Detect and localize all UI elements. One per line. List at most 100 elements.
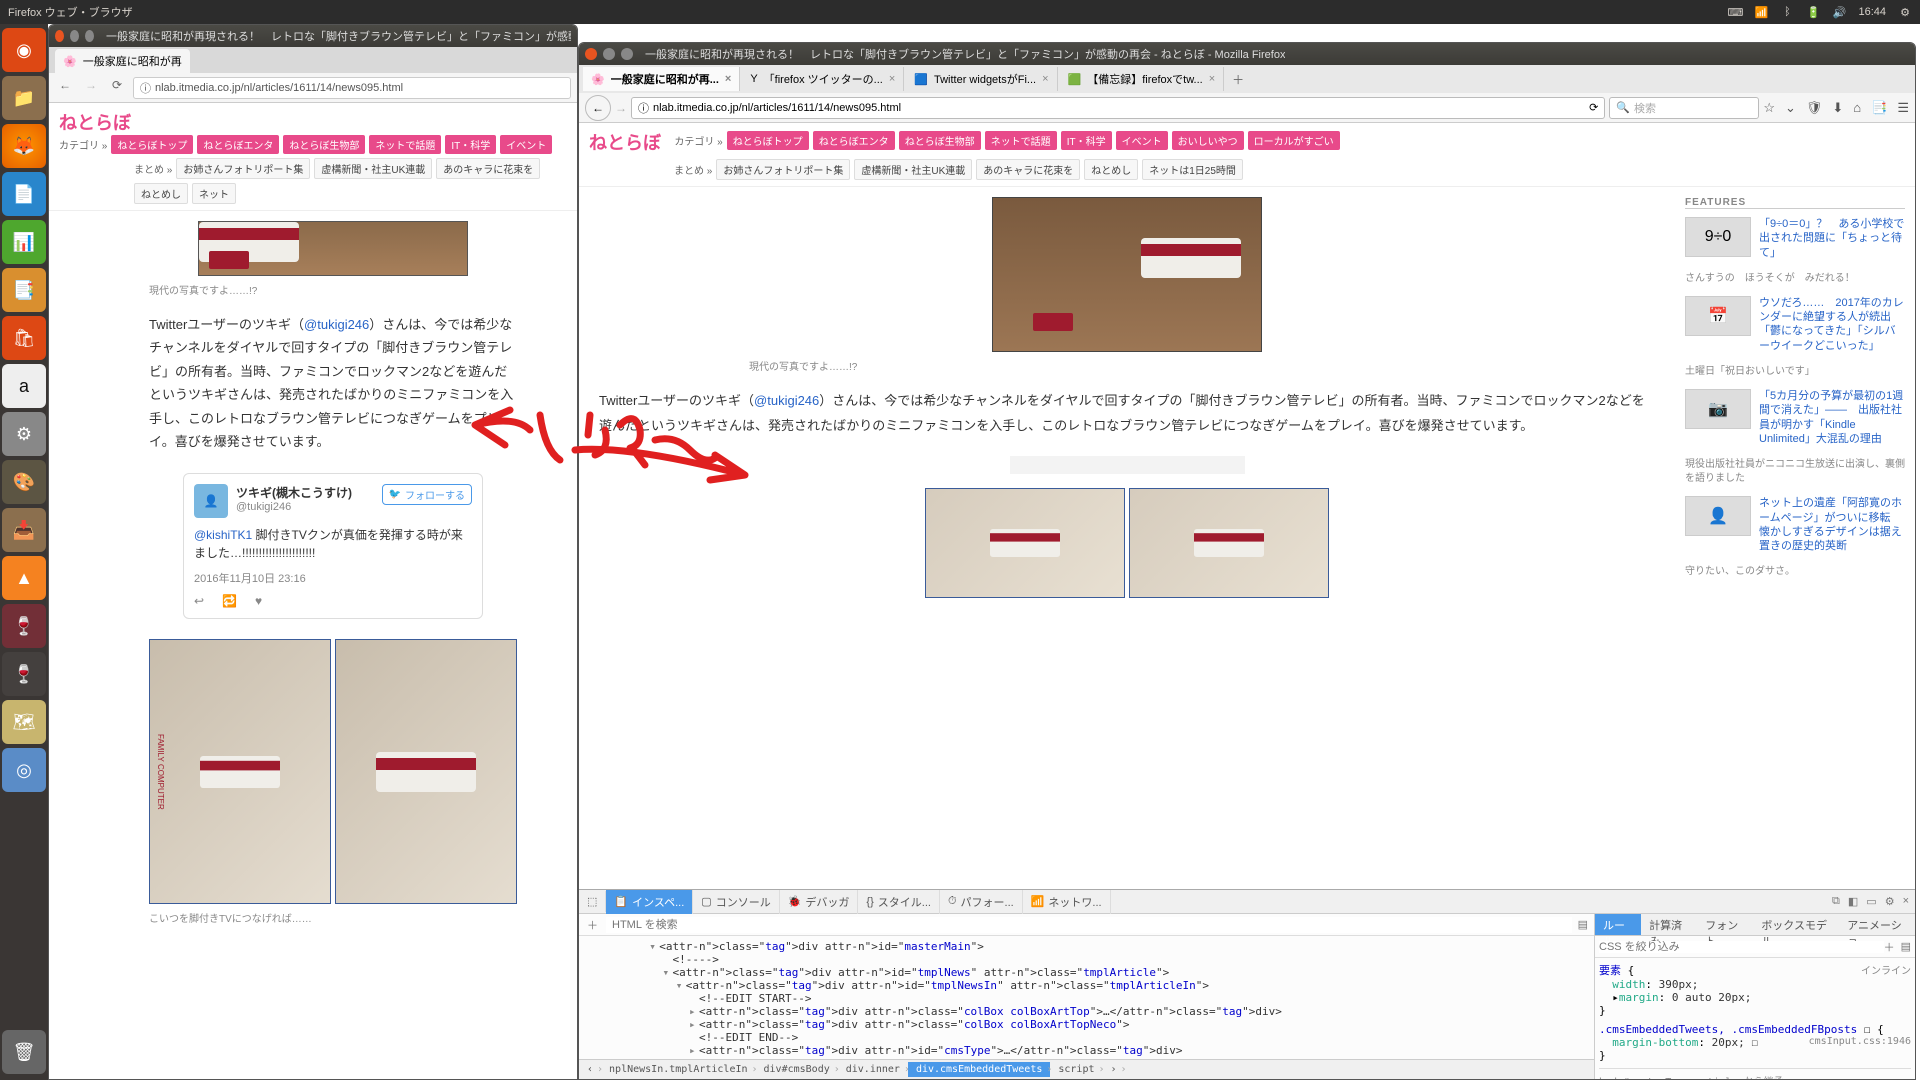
pocket-icon[interactable]: ⌄ bbox=[1785, 100, 1796, 116]
downloads-icon[interactable]: 📥 bbox=[2, 508, 46, 552]
address-bar[interactable]: ⓘ nlab.itmedia.co.jp/nl/articles/1611/14… bbox=[133, 77, 571, 99]
maximize-button[interactable] bbox=[621, 48, 633, 60]
clock[interactable]: 16:44 bbox=[1858, 6, 1886, 18]
reload-button[interactable]: ⟳ bbox=[107, 78, 127, 98]
downloads-icon[interactable]: ⬇ bbox=[1832, 100, 1843, 116]
css-filter-input[interactable] bbox=[1599, 941, 1884, 953]
twitter-link[interactable]: @tukigi246 bbox=[304, 317, 369, 332]
nav-cat[interactable]: ねとらぼトップ bbox=[727, 131, 809, 150]
nav-cat[interactable]: あのキャラに花束を bbox=[976, 159, 1080, 180]
firefox-icon[interactable]: 🦊 bbox=[2, 124, 46, 168]
devtools-tab-console[interactable]: ▢ コンソール bbox=[693, 890, 779, 914]
site-logo[interactable]: ねとらぼ bbox=[59, 109, 131, 135]
feature-link[interactable]: 「9÷0＝0」？ ある小学校で出された問題に「ちょっと待て」 bbox=[1759, 217, 1905, 260]
feature-link[interactable]: 「5カ月分の予算が最初の1週間で消えた」―― 出版社社員が明かす「Kindle … bbox=[1759, 389, 1905, 446]
battery-icon[interactable]: 🔋 bbox=[1806, 5, 1820, 19]
nav-cat[interactable]: ねとらぼ生物部 bbox=[899, 131, 981, 150]
software-center-icon[interactable]: 🛍 bbox=[2, 316, 46, 360]
feature-item[interactable]: 📷 「5カ月分の予算が最初の1週間で消えた」―― 出版社社員が明かす「Kindl… bbox=[1685, 389, 1905, 446]
maximize-button[interactable] bbox=[85, 30, 94, 42]
reply-icon[interactable]: ↩ bbox=[194, 594, 204, 608]
forward-button[interactable]: → bbox=[615, 101, 627, 115]
add-rule-icon[interactable]: ＋ bbox=[1884, 939, 1895, 955]
nav-cat[interactable]: ねとらぼエンタ bbox=[813, 131, 895, 150]
nav-cat[interactable]: ネットで話題 bbox=[369, 135, 441, 154]
close-button[interactable] bbox=[585, 48, 597, 60]
like-icon[interactable]: ♥ bbox=[255, 594, 262, 608]
gear-icon[interactable]: ⚙ bbox=[1898, 5, 1912, 19]
toggle-icon[interactable]: ▤ bbox=[1901, 940, 1911, 953]
settings-icon[interactable]: ⚙ bbox=[1885, 895, 1895, 908]
mention-link[interactable]: @kishiTK1 bbox=[194, 528, 252, 542]
feature-item[interactable]: 👤 ネット上の遺産「阿部寛のホームページ」がついに移転 懐かしすぎるデザインは据… bbox=[1685, 496, 1905, 553]
browser-tab[interactable]: 🌸 一般家庭に昭和が再 bbox=[55, 49, 190, 73]
toggle-panel-icon[interactable]: ▤ bbox=[1572, 918, 1594, 931]
back-button[interactable]: ← bbox=[55, 78, 75, 98]
nav-cat[interactable]: IT・科学 bbox=[1061, 131, 1112, 150]
close-devtools-icon[interactable]: × bbox=[1903, 895, 1909, 908]
sound-icon[interactable]: 🔊 bbox=[1832, 5, 1846, 19]
nav-cat[interactable]: イベント bbox=[1116, 131, 1168, 150]
feature-link[interactable]: ウソだろ…… 2017年のカレンダーに絶望する人が続出 「鬱になってきた」「シル… bbox=[1759, 296, 1905, 353]
bluetooth-icon[interactable]: ᛒ bbox=[1780, 5, 1794, 19]
close-tab-icon[interactable]: × bbox=[1209, 73, 1215, 85]
search-bar[interactable]: 🔍 検索 bbox=[1609, 97, 1759, 119]
nav-cat[interactable]: お姉さんフォトリポート集 bbox=[716, 159, 850, 180]
responsive-icon[interactable]: ⧉ bbox=[1832, 895, 1840, 908]
devtools-tab-debugger[interactable]: 🐞 デバッガ bbox=[780, 890, 859, 914]
impress-icon[interactable]: 📑 bbox=[2, 268, 46, 312]
trash-icon[interactable]: 🗑 bbox=[2, 1030, 46, 1074]
vlc-icon[interactable]: ▲ bbox=[2, 556, 46, 600]
inspector-pick-icon[interactable]: ⬚ bbox=[579, 891, 606, 912]
reload-icon[interactable]: ⟳ bbox=[1589, 101, 1598, 114]
gallery-image[interactable]: FAMILY COMPUTER bbox=[149, 639, 331, 904]
nav-cat[interactable]: ねとらぼ生物部 bbox=[283, 135, 365, 154]
wifi-icon[interactable]: 📶 bbox=[1754, 5, 1768, 19]
feature-item[interactable]: 9÷0 「9÷0＝0」？ ある小学校で出された問題に「ちょっと待て」 bbox=[1685, 217, 1905, 260]
breadcrumb-item[interactable]: › bbox=[1103, 1062, 1125, 1077]
breadcrumb-item[interactable]: div#cmsBody bbox=[756, 1062, 838, 1077]
tweet-timestamp[interactable]: 2016年11月10日 23:16 bbox=[194, 570, 472, 586]
breadcrumb-item[interactable]: div.cmsEmbeddedTweets bbox=[908, 1062, 1050, 1077]
nav-cat[interactable]: お姉さんフォトリポート集 bbox=[176, 158, 310, 179]
feature-link[interactable]: ネット上の遺産「阿部寛のホームページ」がついに移転 懐かしすぎるデザインは据え置… bbox=[1759, 496, 1905, 553]
nav-cat[interactable]: あのキャラに花束を bbox=[436, 158, 540, 179]
close-tab-icon[interactable]: × bbox=[725, 73, 731, 85]
avatar[interactable]: 👤 bbox=[194, 484, 228, 518]
gimp-icon[interactable]: 🎨 bbox=[2, 460, 46, 504]
new-tab-button[interactable]: ＋ bbox=[1226, 71, 1250, 88]
devtools-tab-inspector[interactable]: 📋 インスペ... bbox=[606, 890, 693, 914]
browser-tab[interactable]: 🌸一般家庭に昭和が再...× bbox=[583, 67, 740, 91]
nav-cat[interactable]: ねとめし bbox=[1084, 159, 1138, 180]
ublock-icon[interactable]: 🛡 bbox=[1806, 100, 1823, 116]
gallery-image[interactable] bbox=[925, 488, 1125, 598]
app-icon[interactable]: 🍷 bbox=[2, 652, 46, 696]
css-tab-computed[interactable]: 計算済み bbox=[1641, 914, 1697, 935]
dom-search-input[interactable] bbox=[606, 917, 1572, 933]
tweet-username[interactable]: ツキギ(槻木こうすけ) bbox=[236, 484, 352, 501]
close-button[interactable] bbox=[55, 30, 64, 42]
nav-cat[interactable]: ねとめし bbox=[134, 183, 188, 204]
back-button[interactable]: ← bbox=[585, 95, 611, 121]
browser-tab[interactable]: 🟦Twitter widgetsがFi...× bbox=[906, 67, 1057, 91]
follow-button[interactable]: 🐦フォローする bbox=[382, 484, 472, 505]
browser-tab[interactable]: 🟩【備忘録】firefoxでtw...× bbox=[1060, 67, 1225, 91]
gallery-image[interactable] bbox=[1129, 488, 1329, 598]
nav-cat[interactable]: ネットは1日25時間 bbox=[1142, 159, 1243, 180]
dock-icon[interactable]: ▭ bbox=[1866, 895, 1876, 908]
add-button[interactable]: ＋ bbox=[579, 917, 606, 933]
nav-cat[interactable]: イベント bbox=[500, 135, 552, 154]
nav-cat[interactable]: ねとらぼトップ bbox=[111, 135, 193, 154]
writer-icon[interactable]: 📄 bbox=[2, 172, 46, 216]
retweet-icon[interactable]: 🔁 bbox=[222, 594, 237, 608]
css-tab-fonts[interactable]: フォント bbox=[1697, 914, 1753, 935]
split-icon[interactable]: ◧ bbox=[1848, 895, 1858, 908]
keyboard-icon[interactable]: ⌨ bbox=[1728, 5, 1742, 19]
article-image[interactable] bbox=[198, 221, 468, 276]
breadcrumb-item[interactable]: nplNewsIn.tmplArticleIn bbox=[601, 1062, 755, 1077]
close-tab-icon[interactable]: × bbox=[1042, 73, 1048, 85]
article-image[interactable] bbox=[992, 197, 1262, 352]
minimize-button[interactable] bbox=[70, 30, 79, 42]
calc-icon[interactable]: 📊 bbox=[2, 220, 46, 264]
nav-cat[interactable]: おいしいやつ bbox=[1172, 131, 1244, 150]
